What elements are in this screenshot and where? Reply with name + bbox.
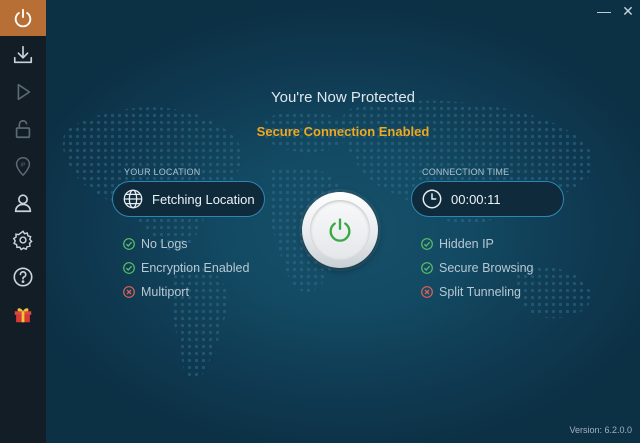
feature-label: Secure Browsing: [439, 261, 534, 275]
feature-label: Multiport: [141, 285, 189, 299]
check-icon: [421, 238, 433, 250]
lock-icon: [15, 119, 31, 138]
feature-split-tunneling: Split Tunneling: [421, 285, 521, 299]
sidebar-item-power[interactable]: [0, 0, 46, 36]
gear-icon: [12, 229, 33, 251]
clock-icon: [422, 189, 442, 209]
sidebar-item-gift[interactable]: [0, 295, 46, 332]
feature-secure-browsing: Secure Browsing: [421, 261, 534, 275]
download-icon: [13, 45, 33, 63]
cross-icon: [421, 286, 433, 298]
connection-time-label: CONNECTION TIME: [422, 167, 510, 177]
location-value: Fetching Location: [152, 191, 255, 207]
status-subtitle: Secure Connection Enabled: [256, 124, 430, 139]
connection-time-value: 00:00:11: [451, 191, 501, 207]
feature-label: Hidden IP: [439, 237, 494, 251]
user-icon: [14, 193, 32, 212]
help-icon: [13, 266, 33, 287]
sidebar-item-lock[interactable]: [0, 110, 46, 147]
power-icon: [329, 218, 351, 242]
your-location-label: YOUR LOCATION: [124, 167, 201, 177]
globe-icon: [123, 189, 143, 209]
sidebar-item-play[interactable]: [0, 73, 46, 110]
gift-icon: [14, 307, 32, 322]
check-icon: [123, 262, 135, 274]
main-panel: — ✕ You're Now Protected Secure Connecti…: [46, 0, 640, 443]
app-window: IP — ✕ You're Now Protected Secure Conne…: [0, 0, 640, 443]
close-button[interactable]: ✕: [616, 0, 640, 22]
sidebar-item-ip[interactable]: IP: [0, 147, 46, 184]
power-button-face: [310, 200, 370, 260]
feature-label: Encryption Enabled: [141, 261, 250, 275]
feature-encryption: Encryption Enabled: [123, 261, 249, 275]
ip-location-icon: IP: [15, 156, 31, 176]
minimize-button[interactable]: —: [592, 0, 616, 22]
feature-no-logs: No Logs: [123, 237, 188, 251]
sidebar-item-help[interactable]: [0, 258, 46, 295]
version-label: Version: 6.2.0.0: [569, 425, 632, 435]
feature-label: No Logs: [141, 237, 188, 251]
connection-time-pill: 00:00:11: [411, 181, 564, 217]
cross-icon: [123, 286, 135, 298]
sidebar-item-download[interactable]: [0, 36, 46, 73]
sidebar-item-account[interactable]: [0, 184, 46, 221]
location-pill[interactable]: Fetching Location: [112, 181, 265, 217]
sidebar-item-settings[interactable]: [0, 221, 46, 258]
power-icon: [14, 8, 32, 28]
ip-icon-text: IP: [20, 162, 26, 168]
check-icon: [123, 238, 135, 250]
feature-label: Split Tunneling: [439, 285, 522, 299]
connect-power-button[interactable]: [302, 192, 378, 268]
check-icon: [421, 262, 433, 274]
sidebar: IP: [0, 0, 46, 443]
play-icon: [17, 83, 31, 100]
window-controls: — ✕: [592, 0, 640, 22]
status-title: You're Now Protected: [270, 89, 416, 106]
feature-multiport: Multiport: [123, 285, 189, 299]
feature-hidden-ip: Hidden IP: [421, 237, 494, 251]
